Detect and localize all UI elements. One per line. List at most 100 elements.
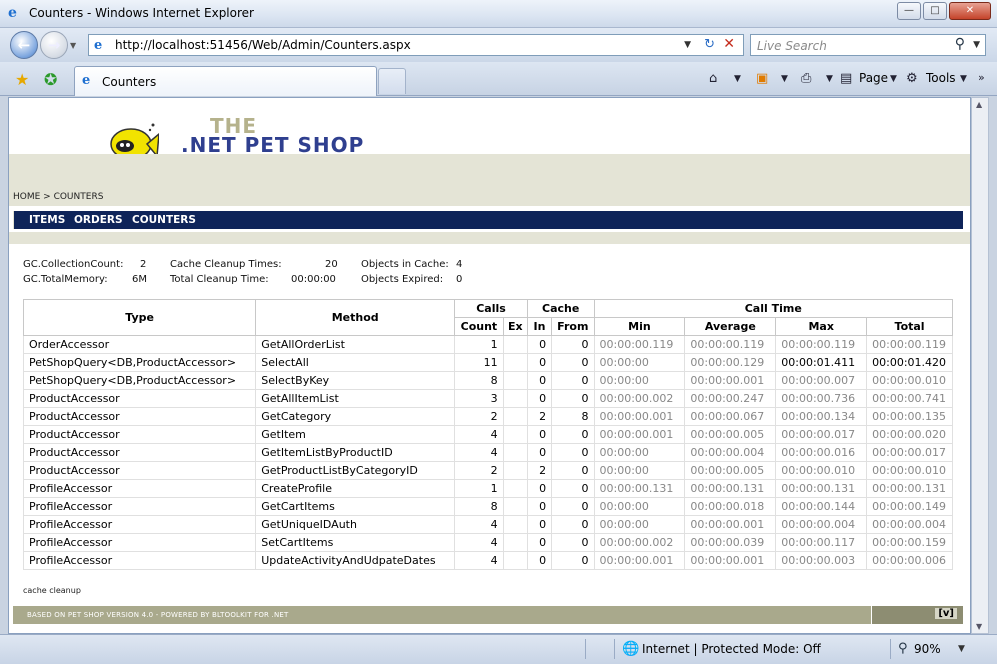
print-icon[interactable]: ⎙: [801, 71, 811, 86]
cell-count: 4: [454, 443, 504, 462]
print-dropdown-icon[interactable]: ▼: [826, 74, 833, 84]
cell-max: 00:00:00.117: [775, 533, 868, 552]
cell-average: 00:00:00.005: [684, 425, 777, 444]
objects-cache-value: 4: [456, 259, 463, 270]
cell-ex: [502, 335, 528, 354]
favorites-star-icon[interactable]: ★: [15, 70, 29, 89]
table-row: ProductAccessor GetItemListByProductID 4 0 0…: [22, 443, 953, 462]
page-icon: e: [94, 38, 103, 53]
search-box[interactable]: Live Search ⚲ ▼: [750, 34, 986, 56]
cell-count: 8: [454, 371, 504, 390]
tools-gear-icon[interactable]: ⚙: [906, 71, 918, 86]
page-dropdown-icon[interactable]: ▼: [890, 74, 897, 84]
search-icon[interactable]: ⚲: [955, 36, 965, 52]
cell-max: 00:00:00.007: [775, 371, 868, 390]
address-url[interactable]: http://localhost:51456/Web/Admin/Counter…: [115, 38, 411, 52]
cell-in: 0: [526, 497, 553, 516]
vertical-scrollbar[interactable]: ▲ ▼: [971, 97, 989, 634]
footer-badge[interactable]: [v]: [935, 608, 957, 619]
cell-method: GetCategory: [255, 407, 456, 426]
cache-cleanup-link[interactable]: cache cleanup: [23, 586, 81, 595]
cell-method: UpdateActivityAndUdpateDates: [255, 551, 456, 570]
cell-count: 2: [454, 407, 504, 426]
address-dropdown-icon[interactable]: ▼: [684, 40, 691, 50]
cell-in: 2: [526, 407, 553, 426]
cleanup-times-value: 20: [325, 259, 338, 270]
table-row: ProfileAccessor SetCartItems 4 0 0 00:00:00.0…: [22, 533, 953, 552]
back-button[interactable]: ←: [10, 31, 38, 59]
status-bar: 🌐 Internet | Protected Mode: Off ⚲ 90% ▼: [0, 634, 997, 664]
cleanup-time-label: Total Cleanup Time:: [170, 274, 269, 285]
security-zone[interactable]: Internet | Protected Mode: Off: [642, 642, 821, 656]
cell-average: 00:00:00.039: [684, 533, 777, 552]
nav-link-orders[interactable]: ORDERS: [74, 214, 123, 226]
cell-ex: [502, 443, 528, 462]
nav-link-counters[interactable]: COUNTERS: [132, 214, 196, 226]
cell-total: 00:00:00.131: [866, 479, 953, 498]
cell-max: 00:00:00.119: [775, 335, 868, 354]
cell-ex: [502, 425, 528, 444]
home-icon[interactable]: ⌂: [709, 71, 717, 86]
zoom-dropdown-icon[interactable]: ▼: [958, 644, 965, 654]
nav-link-items[interactable]: ITEMS: [29, 214, 65, 226]
feeds-dropdown-icon[interactable]: ▼: [781, 74, 788, 84]
tab-counters[interactable]: e Counters: [74, 66, 377, 96]
cell-average: 00:00:00.129: [684, 353, 777, 372]
zoom-level[interactable]: 90%: [914, 642, 941, 656]
cell-method: GetCartItems: [255, 497, 456, 516]
table-row: ProfileAccessor GetUniqueIDAuth 4 0 0 00:00:0…: [22, 515, 953, 534]
search-input[interactable]: Live Search: [757, 39, 827, 53]
stop-icon[interactable]: ✕: [723, 36, 735, 52]
close-button[interactable]: ✕: [949, 2, 991, 20]
tab-label: Counters: [102, 75, 157, 89]
scroll-down-icon[interactable]: ▼: [976, 622, 982, 631]
cell-ex: [502, 533, 528, 552]
zoom-icon[interactable]: ⚲: [898, 641, 908, 656]
cell-from: 0: [551, 389, 595, 408]
page-menu-icon[interactable]: ▤: [840, 71, 852, 86]
window-controls: — □ ✕: [897, 2, 991, 20]
forward-button[interactable]: →: [40, 31, 68, 59]
cell-from: 0: [551, 533, 595, 552]
add-favorites-icon[interactable]: ✪: [44, 70, 57, 89]
feeds-icon[interactable]: ▣: [756, 71, 768, 86]
cell-method: SelectByKey: [255, 371, 456, 390]
status-divider: [890, 639, 891, 659]
tools-menu-button[interactable]: Tools: [926, 71, 956, 85]
table-row: PetShopQuery<DB,ProductAccessor> SelectAl…: [22, 353, 953, 372]
column-header-ex: Ex: [502, 317, 528, 336]
cell-from: 0: [551, 461, 595, 480]
cell-in: 0: [526, 425, 553, 444]
new-tab-button[interactable]: [378, 68, 406, 94]
scroll-up-icon[interactable]: ▲: [976, 100, 982, 109]
cell-from: 0: [551, 371, 595, 390]
cell-method: GetUniqueIDAuth: [255, 515, 456, 534]
cell-in: 0: [526, 389, 553, 408]
cell-ex: [502, 461, 528, 480]
tools-dropdown-icon[interactable]: ▼: [960, 74, 967, 84]
maximize-button[interactable]: □: [923, 2, 947, 20]
refresh-icon[interactable]: ↻: [704, 37, 715, 52]
breadcrumb[interactable]: HOME > COUNTERS: [13, 192, 103, 202]
address-bar[interactable]: e http://localhost:51456/Web/Admin/Count…: [88, 34, 744, 56]
cell-total: 00:00:00.159: [866, 533, 953, 552]
home-dropdown-icon[interactable]: ▼: [734, 74, 741, 84]
cell-max: 00:00:00.010: [775, 461, 868, 480]
minimize-button[interactable]: —: [897, 2, 921, 20]
recent-pages-dropdown-icon[interactable]: ▼: [70, 41, 76, 50]
cell-count: 1: [454, 479, 504, 498]
cell-ex: [502, 353, 528, 372]
cell-min: 00:00:00: [593, 353, 686, 372]
cell-total: 00:00:01.420: [866, 353, 953, 372]
cell-average: 00:00:00.001: [684, 371, 777, 390]
chevron-right-icon[interactable]: »: [978, 71, 985, 84]
cell-ex: [502, 407, 528, 426]
search-options-dropdown-icon[interactable]: ▼: [973, 40, 980, 50]
cell-min: 00:00:00.002: [593, 533, 686, 552]
cell-from: 0: [551, 353, 595, 372]
page-menu-button[interactable]: Page: [859, 71, 888, 85]
footer-text: BASED ON PET SHOP VERSION 4.0 - POWERED …: [27, 611, 289, 619]
cell-method: GetItem: [255, 425, 456, 444]
cleanup-times-label: Cache Cleanup Times:: [170, 259, 282, 270]
cell-type: ProfileAccessor: [22, 479, 257, 498]
